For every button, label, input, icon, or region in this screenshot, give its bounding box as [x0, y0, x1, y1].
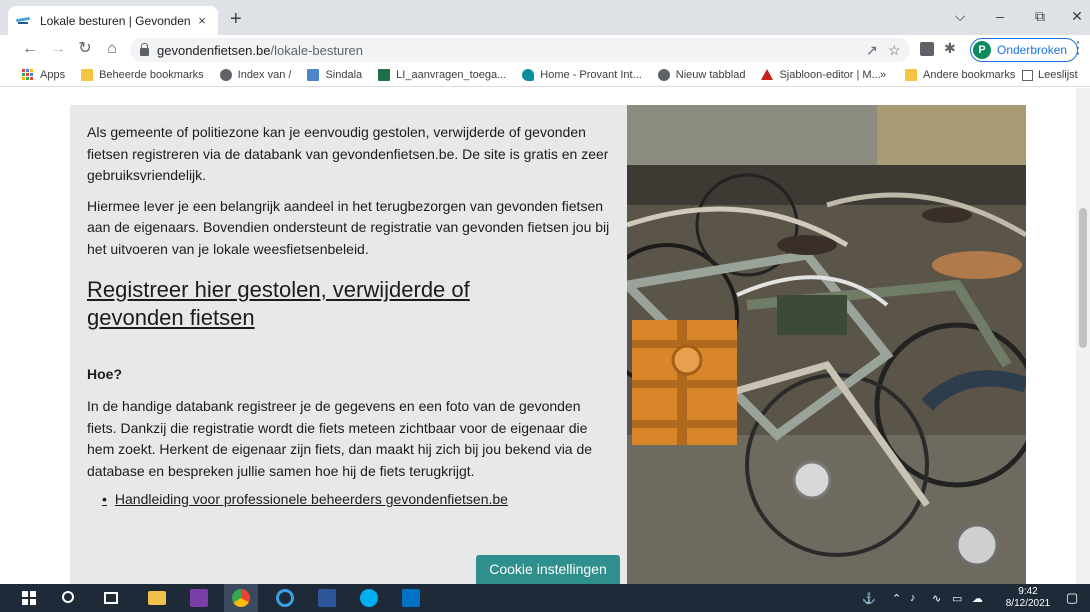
bookmark-label: Nieuw tabblad: [675, 68, 746, 81]
restore-icon[interactable]: ⧉: [1025, 8, 1055, 25]
bookmark-label: Beheerde bookmarks: [99, 68, 204, 81]
cookie-settings-button[interactable]: Cookie instellingen: [476, 555, 620, 584]
page-scrollbar[interactable]: [1076, 88, 1090, 584]
outlook-icon[interactable]: [402, 589, 420, 607]
manual-link[interactable]: Handleiding voor professionele beheerder…: [102, 491, 611, 507]
new-tab-button[interactable]: +: [230, 9, 242, 29]
provant-icon: [522, 68, 535, 81]
globe-icon: [219, 68, 232, 81]
browser-menu-icon[interactable]: ⋮: [1068, 39, 1088, 59]
word-icon[interactable]: [318, 589, 336, 607]
browser-toolbar: ← → ↻ ⌂ gevondenfietsen.be/lokale-bestur…: [0, 35, 1090, 63]
how-heading: Hoe?: [87, 366, 122, 382]
extensions-puzzle-icon[interactable]: ✱: [944, 40, 958, 56]
reading-list[interactable]: Leeslijst: [1022, 63, 1078, 87]
onenote-icon[interactable]: [190, 589, 208, 607]
task-view-icon[interactable]: [104, 592, 118, 604]
benefit-paragraph: Hiermee lever je een belangrijk aandeel …: [87, 197, 610, 257]
tab-strip: Lokale besturen | Gevonden fiets × + ⌵ –…: [0, 0, 1090, 35]
reading-list-icon: [1022, 69, 1033, 81]
bookmark-sjabloon[interactable]: Sjabloon-editor | M...: [761, 68, 881, 81]
url-host: gevondenfietsen.be: [157, 42, 271, 58]
bookmark-label: Sjabloon-editor | M...: [779, 68, 881, 81]
bookmark-label: Home - Provant Int...: [540, 68, 642, 81]
bookmark-provant[interactable]: Home - Provant Int...: [522, 68, 642, 81]
lock-icon[interactable]: [140, 42, 149, 56]
register-bikes-link[interactable]: Registreer hier gestolen, verwijderde of…: [87, 276, 547, 332]
reload-icon[interactable]: ↻: [75, 39, 95, 59]
browser-tab-active[interactable]: Lokale besturen | Gevonden fiets ×: [8, 6, 218, 35]
home-icon[interactable]: ⌂: [102, 39, 122, 59]
notifications-icon[interactable]: ▢: [1066, 584, 1078, 612]
bookmark-label: LI_aanvragen_toega...: [396, 68, 507, 81]
bookmark-label: Leeslijst: [1038, 69, 1078, 81]
bookmark-star-icon[interactable]: ☆: [888, 42, 901, 59]
wifi-icon[interactable]: ∿: [932, 584, 941, 612]
folder-icon: [905, 69, 917, 81]
bicycles-photo: [627, 105, 1026, 584]
url-path: /lokale-besturen: [270, 42, 363, 58]
extension-outlook-icon[interactable]: [920, 42, 934, 56]
windows-taskbar: ⚓ ⌃ ♪ ∿ ▭ ☁ 9:42 8/12/2021 ▢: [0, 584, 1090, 612]
site-favicon-icon: [16, 15, 32, 27]
minimize-icon[interactable]: –: [985, 8, 1015, 24]
profile-status: Onderbroken: [997, 43, 1068, 57]
tray-chevron-icon[interactable]: ⌃: [892, 584, 901, 612]
chrome-icon[interactable]: [232, 589, 250, 607]
window-close-icon[interactable]: ✕: [1062, 8, 1090, 25]
bookmark-sindala[interactable]: Sindala: [307, 68, 363, 81]
page-viewport: Als gemeente of politiezone kan je eenvo…: [0, 88, 1090, 584]
address-bar[interactable]: gevondenfietsen.be/lokale-besturen ↗ ☆: [130, 38, 910, 62]
content-panel: Als gemeente of politiezone kan je eenvo…: [70, 105, 627, 584]
avatar: P: [973, 41, 991, 59]
tab-close-icon[interactable]: ×: [194, 13, 210, 28]
bookmark-managed[interactable]: Beheerde bookmarks: [81, 68, 204, 81]
tab-search-chevron-icon[interactable]: ⌵: [945, 8, 975, 25]
globe-icon: [657, 68, 670, 81]
apps-grid-icon: [22, 68, 34, 81]
clock-date: 8/12/2021: [1005, 598, 1051, 609]
how-paragraph: In de handige databank registreer je de …: [87, 398, 593, 479]
bicycles-photo-illustration: [627, 105, 1026, 584]
forward-arrow-icon[interactable]: →: [48, 39, 68, 59]
bookmark-label: Sindala: [325, 68, 363, 81]
intro-paragraph: Als gemeente of politiezone kan je eenvo…: [87, 124, 609, 183]
bookmarks-bar: Apps Beheerde bookmarks Index van / Sind…: [0, 63, 1090, 87]
people-icon[interactable]: ⚓: [862, 584, 876, 612]
search-icon[interactable]: [62, 591, 74, 603]
edge-icon[interactable]: [276, 589, 294, 607]
clock-time: 9:42: [1018, 586, 1038, 597]
volume-icon[interactable]: ♪: [910, 584, 916, 612]
taskbar-clock[interactable]: 9:42 8/12/2021: [1000, 586, 1056, 610]
bookmark-label: Apps: [40, 68, 66, 81]
bookmark-label: Index van /: [237, 68, 292, 81]
bookmark-index[interactable]: Index van /: [219, 68, 292, 81]
onedrive-icon[interactable]: ☁: [972, 584, 983, 612]
bookmark-li-aanvragen[interactable]: LI_aanvragen_toega...: [378, 68, 507, 81]
bookmark-apps[interactable]: Apps: [22, 68, 66, 81]
folder-icon: [81, 68, 94, 81]
triangle-icon: [761, 69, 774, 80]
scrollbar-thumb[interactable]: [1079, 208, 1087, 348]
profile-button[interactable]: P Onderbroken: [970, 38, 1079, 62]
skype-icon[interactable]: [360, 589, 378, 607]
windows-start-icon[interactable]: [22, 591, 36, 605]
excel-icon: [378, 68, 391, 81]
bookmark-nieuw-tabblad[interactable]: Nieuw tabblad: [657, 68, 746, 81]
bookmarks-overflow-chevron[interactable]: »: [880, 63, 886, 87]
tab-title: Lokale besturen | Gevonden fiets: [40, 13, 190, 28]
links-list: Handleiding voor professionele beheerder…: [87, 491, 611, 507]
battery-icon[interactable]: ▭: [952, 584, 962, 612]
bookmark-other[interactable]: Andere bookmarks: [905, 63, 1015, 87]
file-explorer-icon[interactable]: [148, 591, 166, 605]
share-icon[interactable]: ↗: [866, 42, 878, 59]
back-arrow-icon[interactable]: ←: [20, 39, 40, 59]
bookmark-label: Andere bookmarks: [923, 69, 1016, 81]
doc-icon: [307, 68, 320, 81]
